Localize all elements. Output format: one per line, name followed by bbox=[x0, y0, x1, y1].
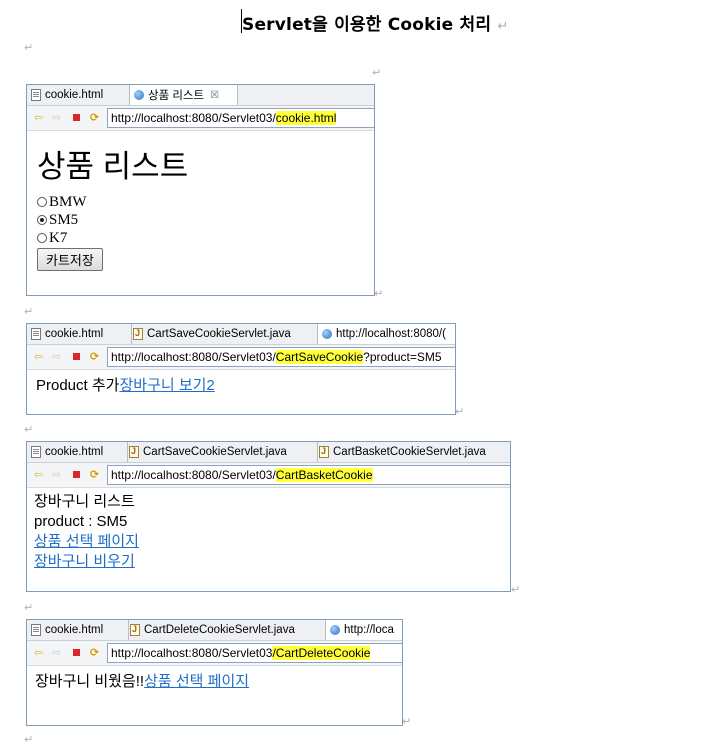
tab-label: http://loca bbox=[344, 624, 394, 636]
back-arrow-icon[interactable]: ⇦ bbox=[33, 469, 44, 480]
url-input[interactable]: http://localhost:8080/Servlet03/cookie.h… bbox=[107, 108, 374, 128]
browser-toolbar: ⇦ ⇨ ⟳ http://localhost:8080/Servlet03/Ca… bbox=[27, 641, 402, 666]
forward-arrow-icon[interactable]: ⇨ bbox=[51, 469, 62, 480]
document-title: Servlet을 이용한 Cookie 처리 ↵ bbox=[242, 15, 509, 35]
refresh-icon[interactable]: ⟳ bbox=[89, 469, 100, 480]
cart-list-heading: 장바구니 리스트 bbox=[34, 493, 135, 510]
html-file-icon bbox=[31, 328, 41, 340]
paragraph-mark: ↵ bbox=[24, 423, 34, 436]
globe-icon bbox=[322, 329, 332, 339]
tab-browser[interactable]: http://localhost:8080/( bbox=[317, 324, 455, 344]
forward-arrow-icon[interactable]: ⇨ bbox=[51, 112, 62, 123]
url-input[interactable]: http://localhost:8080/Servlet03/CartDele… bbox=[107, 643, 402, 663]
paragraph-mark: ↵ bbox=[24, 733, 34, 746]
java-file-icon bbox=[133, 328, 143, 340]
browser-screenshot-cart-save: cookie.html CartSaveCookieServlet.java h… bbox=[26, 323, 456, 415]
paragraph-mark: ↵ bbox=[402, 715, 412, 728]
browser-screenshot-cart-basket: cookie.html CartSaveCookieServlet.java C… bbox=[26, 441, 511, 592]
empty-cart-link[interactable]: 장바구니 비우기 bbox=[34, 553, 135, 570]
tab-bar: cookie.html CartSaveCookieServlet.java h… bbox=[27, 324, 455, 345]
back-arrow-icon[interactable]: ⇦ bbox=[33, 351, 44, 362]
refresh-icon[interactable]: ⟳ bbox=[89, 112, 100, 123]
status-text: 장바구니 비웠음!! bbox=[35, 673, 145, 690]
tab-browser[interactable]: http://loca bbox=[325, 620, 402, 640]
paragraph-mark: ↵ bbox=[455, 405, 465, 418]
forward-arrow-icon[interactable]: ⇨ bbox=[51, 647, 62, 658]
browser-toolbar: ⇦ ⇨ ⟳ http://localhost:8080/Servlet03/co… bbox=[27, 106, 374, 131]
stop-icon[interactable] bbox=[73, 649, 80, 656]
forward-arrow-icon[interactable]: ⇨ bbox=[51, 351, 62, 362]
browser-toolbar: ⇦ ⇨ ⟳ http://localhost:8080/Servlet03/Ca… bbox=[27, 463, 510, 488]
browser-toolbar: ⇦ ⇨ ⟳ http://localhost:8080/Servlet03/Ca… bbox=[27, 345, 455, 370]
product-select-link[interactable]: 상품 선택 페이지 bbox=[34, 533, 139, 550]
stop-icon[interactable] bbox=[73, 471, 80, 478]
view-cart-link[interactable]: 장바구니 보기2 bbox=[119, 377, 214, 394]
tab-cart-basket-servlet[interactable]: CartBasketCookieServlet.java bbox=[315, 442, 510, 462]
browser-screenshot-cart-delete: cookie.html CartDeleteCookieServlet.java… bbox=[26, 619, 403, 726]
url-input[interactable]: http://localhost:8080/Servlet03/CartBask… bbox=[107, 465, 510, 485]
stop-icon[interactable] bbox=[73, 353, 80, 360]
url-input[interactable]: http://localhost:8080/Servlet03/CartSave… bbox=[107, 347, 455, 367]
tab-label: CartDeleteCookieServlet.java bbox=[144, 624, 295, 636]
paragraph-mark: ↵ bbox=[24, 305, 34, 318]
page-heading: 상품 리스트 bbox=[37, 149, 189, 184]
radio-button[interactable] bbox=[37, 233, 47, 243]
tab-bar: cookie.html 상품 리스트 ☒ bbox=[27, 85, 374, 106]
java-file-icon bbox=[129, 446, 139, 458]
status-text: Product 추가 bbox=[36, 377, 120, 394]
globe-icon bbox=[134, 90, 144, 100]
radio-button-selected[interactable] bbox=[37, 215, 47, 225]
tab-label: cookie.html bbox=[45, 89, 104, 101]
back-arrow-icon[interactable]: ⇦ bbox=[33, 112, 44, 123]
paragraph-mark: ↵ bbox=[24, 601, 34, 614]
tab-bar: cookie.html CartDeleteCookieServlet.java… bbox=[27, 620, 402, 641]
product-radio-group: BMW SM5 K7 bbox=[37, 193, 374, 247]
java-file-icon bbox=[130, 624, 140, 636]
tab-cookie-html[interactable]: cookie.html bbox=[27, 620, 129, 640]
tab-label: CartSaveCookieServlet.java bbox=[147, 328, 291, 340]
paragraph-mark: ↵ bbox=[24, 41, 34, 54]
radio-option-bmw[interactable]: BMW bbox=[37, 193, 374, 211]
paragraph-mark: ↵ bbox=[372, 66, 382, 79]
java-file-icon bbox=[319, 446, 329, 458]
html-file-icon bbox=[31, 89, 41, 101]
radio-label: K7 bbox=[49, 229, 68, 246]
tab-label: 상품 리스트 bbox=[148, 90, 205, 102]
paragraph-mark: ↵ bbox=[374, 287, 384, 300]
tab-cookie-html[interactable]: cookie.html bbox=[27, 442, 128, 462]
tab-cookie-html[interactable]: cookie.html bbox=[27, 85, 132, 105]
save-cart-button[interactable]: 카트저장 bbox=[37, 248, 103, 271]
refresh-icon[interactable]: ⟳ bbox=[89, 647, 100, 658]
tab-cookie-html[interactable]: cookie.html bbox=[27, 324, 132, 344]
html-file-icon bbox=[31, 624, 41, 636]
html-file-icon bbox=[31, 446, 41, 458]
product-value: product : SM5 bbox=[34, 513, 128, 530]
tab-label: http://localhost:8080/( bbox=[336, 328, 446, 340]
stop-icon[interactable] bbox=[73, 114, 80, 121]
tab-cart-save-servlet[interactable]: CartSaveCookieServlet.java bbox=[125, 442, 318, 462]
radio-button[interactable] bbox=[37, 197, 47, 207]
tab-label: CartSaveCookieServlet.java bbox=[143, 446, 287, 458]
close-tab-icon[interactable]: ☒ bbox=[210, 90, 219, 101]
paragraph-mark: ↵ bbox=[511, 583, 521, 596]
product-select-link[interactable]: 상품 선택 페이지 bbox=[144, 673, 249, 690]
tab-product-list[interactable]: 상품 리스트 ☒ bbox=[129, 85, 238, 105]
refresh-icon[interactable]: ⟳ bbox=[89, 351, 100, 362]
radio-label: SM5 bbox=[49, 211, 79, 228]
tab-cart-delete-servlet[interactable]: CartDeleteCookieServlet.java bbox=[126, 620, 328, 640]
tab-label: cookie.html bbox=[45, 624, 104, 636]
tab-cart-save-servlet[interactable]: CartSaveCookieServlet.java bbox=[129, 324, 320, 344]
radio-option-sm5[interactable]: SM5 bbox=[37, 211, 374, 229]
tab-label: CartBasketCookieServlet.java bbox=[333, 446, 486, 458]
tab-label: cookie.html bbox=[45, 328, 104, 340]
globe-icon bbox=[330, 625, 340, 635]
back-arrow-icon[interactable]: ⇦ bbox=[33, 647, 44, 658]
radio-label: BMW bbox=[49, 193, 87, 210]
tab-bar: cookie.html CartSaveCookieServlet.java C… bbox=[27, 442, 510, 463]
radio-option-k7[interactable]: K7 bbox=[37, 229, 374, 247]
tab-label: cookie.html bbox=[45, 446, 104, 458]
browser-screenshot-product-list: cookie.html 상품 리스트 ☒ ⇦ ⇨ ⟳ http://localh… bbox=[26, 84, 375, 296]
